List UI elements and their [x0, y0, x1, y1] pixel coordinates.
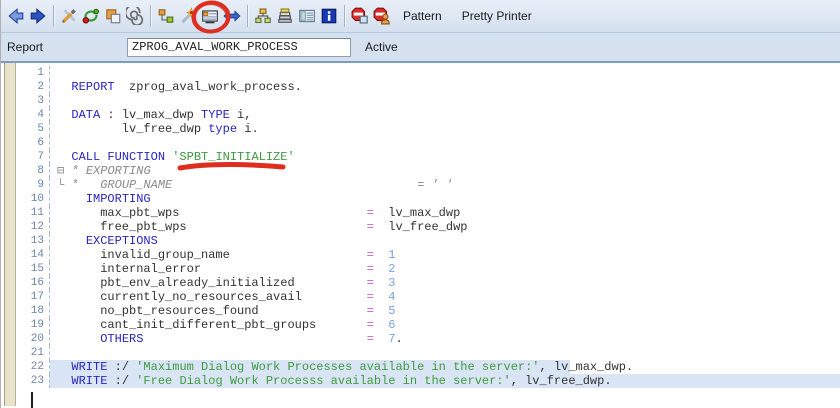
line-text: DATA : lv_max_dwp TYPE i,: [49, 108, 840, 122]
line-text: [49, 66, 840, 80]
line-text: currently_no_resources_avail = 4: [49, 290, 840, 304]
forward-icon[interactable]: [28, 6, 48, 26]
line-text: cant_init_different_pbt_groups = 6: [49, 318, 840, 332]
check-refresh-icon[interactable]: [81, 6, 101, 26]
where-used-icon[interactable]: [125, 6, 145, 26]
line-text: EXCEPTIONS: [49, 234, 840, 248]
abap-editor-window: PatternPretty Printer Report Active 12 R…: [0, 0, 840, 408]
line-text: invalid_group_name = 1: [49, 248, 840, 262]
back-icon[interactable]: [6, 6, 26, 26]
line-text: WRITE :/ 'Maximum Dialog Work Processes …: [49, 360, 840, 374]
user-breakpoint-icon[interactable]: [372, 6, 392, 26]
text-cursor: [31, 392, 33, 408]
code-line-20[interactable]: 20 OTHERS = 7.: [1, 332, 840, 346]
code-line-5[interactable]: 5 lv_free_dwp type i.: [1, 122, 840, 136]
code-line-15[interactable]: 15 internal_error = 2: [1, 262, 840, 276]
detail-list-icon[interactable]: [297, 6, 317, 26]
workbench-icon[interactable]: [200, 6, 220, 26]
line-text: OTHERS = 7.: [49, 332, 840, 346]
report-header-row: Report Active: [1, 33, 840, 63]
editor-gutter: [4, 63, 16, 406]
line-text: [49, 136, 840, 150]
code-editor[interactable]: 12 REPORT zprog_aval_work_process.34 DAT…: [1, 63, 840, 406]
code-line-1[interactable]: 1: [1, 66, 840, 80]
report-label: Report: [7, 40, 43, 54]
code-line-21[interactable]: 21: [1, 346, 840, 360]
line-text: free_pbt_wps = lv_free_dwp: [49, 220, 840, 234]
line-text: internal_error = 2: [49, 262, 840, 276]
application-toolbar: PatternPretty Printer: [1, 0, 840, 33]
copy-icon[interactable]: [103, 6, 123, 26]
code-line-11[interactable]: 11 max_pbt_wps = lv_max_dwp: [1, 206, 840, 220]
code-line-18[interactable]: 18 no_pbt_resources_found = 5: [1, 304, 840, 318]
object-list-icon[interactable]: [156, 6, 176, 26]
line-text: max_pbt_wps = lv_max_dwp: [49, 206, 840, 220]
code-line-13[interactable]: 13 EXCEPTIONS: [1, 234, 840, 248]
code-line-4[interactable]: 4 DATA : lv_max_dwp TYPE i,: [1, 108, 840, 122]
line-text: [49, 94, 840, 108]
info-icon[interactable]: [319, 6, 339, 26]
display-change-icon[interactable]: [59, 6, 79, 26]
toolbar-separator: [53, 5, 54, 27]
pretty-printer-button[interactable]: Pretty Printer: [452, 4, 542, 28]
line-text: WRITE :/ 'Free Dialog Work Processs avai…: [49, 374, 840, 388]
toolbar-separator: [344, 5, 345, 27]
code-line-8[interactable]: 8⊟ * EXPORTING: [1, 164, 840, 178]
toolbar-separator: [150, 5, 151, 27]
line-text: IMPORTING: [49, 192, 840, 206]
code-line-14[interactable]: 14 invalid_group_name = 1: [1, 248, 840, 262]
code-line-2[interactable]: 2 REPORT zprog_aval_work_process.: [1, 80, 840, 94]
pattern-button[interactable]: Pattern: [393, 4, 452, 28]
code-line-10[interactable]: 10 IMPORTING: [1, 192, 840, 206]
line-text: lv_free_dwp type i.: [49, 122, 840, 136]
code-line-12[interactable]: 12 free_pbt_wps = lv_free_dwp: [1, 220, 840, 234]
hierarchy-icon[interactable]: [253, 6, 273, 26]
report-name-input[interactable]: [127, 38, 351, 57]
line-text: pbt_env_already_initialized = 3: [49, 276, 840, 290]
line-text: no_pbt_resources_found = 5: [49, 304, 840, 318]
breakpoint-icon[interactable]: [350, 6, 370, 26]
object-stack-icon[interactable]: [275, 6, 295, 26]
line-text: REPORT zprog_aval_work_process.: [49, 80, 840, 94]
code-line-23[interactable]: 23 WRITE :/ 'Free Dialog Work Processs a…: [1, 374, 840, 388]
navigation-icon[interactable]: [222, 6, 242, 26]
code-line-7[interactable]: 7 CALL FUNCTION 'SPBT_INITIALIZE': [1, 150, 840, 164]
line-text: ⊟ * EXPORTING: [49, 164, 840, 178]
code-line-17[interactable]: 17 currently_no_resources_avail = 4: [1, 290, 840, 304]
line-text: └ * GROUP_NAME = ' ': [49, 178, 840, 192]
code-line-22[interactable]: 22 WRITE :/ 'Maximum Dialog Work Process…: [1, 360, 840, 374]
activate-icon[interactable]: [178, 6, 198, 26]
line-text: [49, 346, 840, 360]
code-line-6[interactable]: 6: [1, 136, 840, 150]
line-text: CALL FUNCTION 'SPBT_INITIALIZE': [49, 150, 840, 164]
toolbar-separator: [247, 5, 248, 27]
code-line-3[interactable]: 3: [1, 94, 840, 108]
code-line-19[interactable]: 19 cant_init_different_pbt_groups = 6: [1, 318, 840, 332]
status-active-label: Active: [365, 40, 398, 54]
code-line-16[interactable]: 16 pbt_env_already_initialized = 3: [1, 276, 840, 290]
code-line-9[interactable]: 9└ * GROUP_NAME = ' ': [1, 178, 840, 192]
